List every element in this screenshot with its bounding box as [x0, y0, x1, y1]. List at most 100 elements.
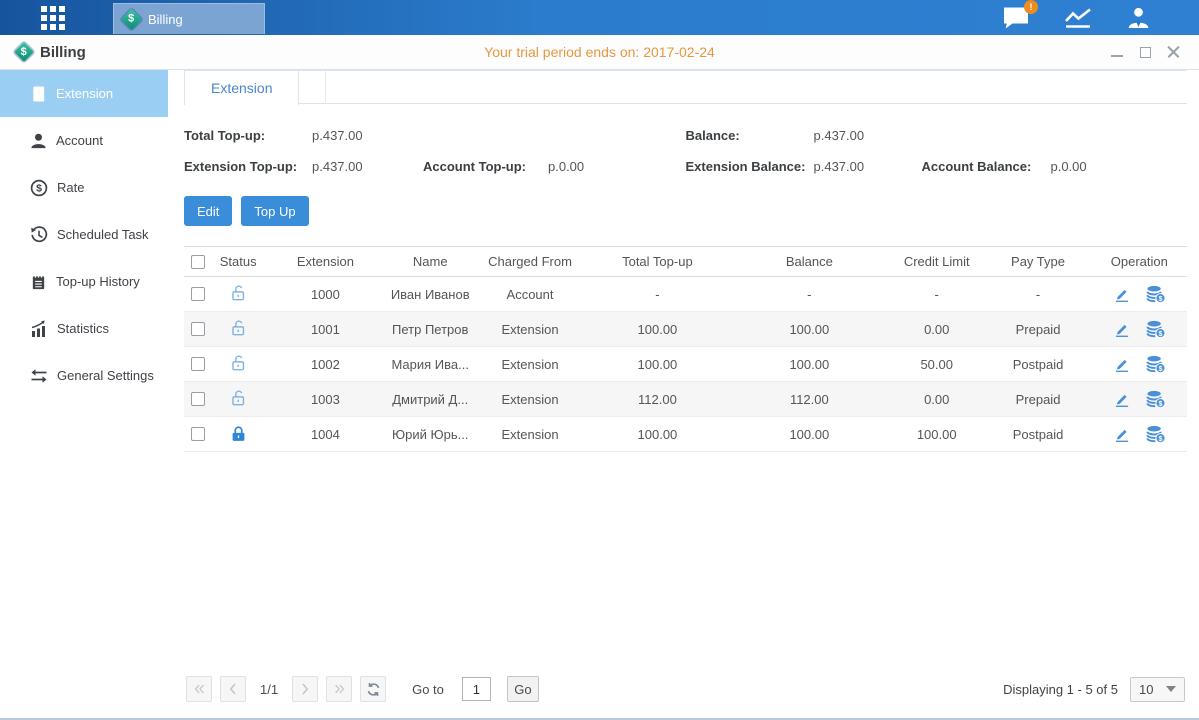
window-title: Billing [40, 44, 86, 61]
app-tab-billing[interactable]: $ Billing [113, 3, 265, 34]
edit-row-icon[interactable] [1113, 355, 1131, 374]
sidebar-item-label: Extension [56, 86, 113, 101]
app-launcher-grid-icon[interactable] [33, 0, 73, 35]
goto-page-input[interactable] [462, 677, 491, 701]
top-up-row-icon[interactable]: $ [1146, 355, 1166, 374]
sidebar-item-scheduled-task[interactable]: Scheduled Task [0, 211, 168, 258]
top-up-row-icon[interactable]: $ [1146, 320, 1166, 339]
displaying-count: Displaying 1 - 5 of 5 [1003, 682, 1118, 697]
sidebar-item-label: Statistics [57, 321, 109, 336]
sidebar-item-topup-history[interactable]: Top-up History [0, 258, 168, 305]
extension-topup-label: Extension Top-up: [184, 151, 312, 182]
cell-balance: 100.00 [730, 322, 889, 337]
rate-icon: $ [30, 179, 48, 197]
go-button[interactable]: Go [507, 676, 539, 702]
extension-topup-value: p.437.00 [312, 151, 423, 182]
sidebar-item-rate[interactable]: $ Rate [0, 164, 168, 211]
cell-name: Петр Петров [386, 322, 475, 337]
user-account-icon[interactable] [1126, 6, 1151, 30]
cell-charged-from: Extension [475, 357, 585, 372]
account-icon [30, 132, 47, 150]
scheduled-task-icon [30, 226, 48, 244]
cell-pay-type: Prepaid [984, 392, 1091, 407]
first-page-button[interactable] [186, 676, 212, 702]
top-up-row-icon[interactable]: $ [1146, 390, 1166, 409]
top-bar: $ Billing ! [0, 0, 1199, 35]
account-topup-label: Account Top-up: [423, 151, 548, 182]
sidebar-item-label: Scheduled Task [57, 227, 149, 242]
extension-balance-value: p.437.00 [814, 151, 922, 182]
cell-charged-from: Account [475, 287, 585, 302]
billing-dollar-icon: $ [121, 8, 142, 29]
total-topup-value: p.437.00 [312, 120, 423, 151]
sidebar-item-statistics[interactable]: Statistics [0, 305, 168, 352]
last-page-button[interactable] [326, 676, 352, 702]
sidebar-item-label: Rate [57, 180, 84, 195]
sidebar-item-general-settings[interactable]: General Settings [0, 352, 168, 399]
table-row: 1003 Дмитрий Д... Extension 112.00 112.0… [184, 382, 1187, 417]
header-total-topup: Total Top-up [585, 254, 729, 269]
main-content: Extension Total Top-up: p.437.00 Extensi… [168, 70, 1199, 718]
header-operation: Operation [1092, 254, 1187, 269]
svg-text:$: $ [1158, 329, 1162, 337]
account-topup-value: p.0.00 [548, 151, 686, 182]
billing-window-icon: $ [14, 42, 34, 62]
svg-text:$: $ [1158, 399, 1162, 407]
tab-strip-spacer [299, 71, 326, 104]
cell-total-topup: - [585, 287, 729, 302]
cell-total-topup: 100.00 [585, 357, 729, 372]
header-credit-limit: Credit Limit [889, 254, 984, 269]
table-row: 1004 Юрий Юрь... Extension 100.00 100.00… [184, 417, 1187, 452]
row-checkbox[interactable] [191, 287, 205, 301]
edit-button[interactable]: Edit [184, 196, 232, 226]
status-unlocked-icon [229, 388, 248, 411]
cell-credit-limit: 100.00 [889, 427, 984, 442]
status-unlocked-icon [229, 318, 248, 341]
sidebar-item-extension[interactable]: Extension [0, 70, 168, 117]
select-all-checkbox[interactable] [191, 255, 205, 269]
refresh-button[interactable] [360, 676, 386, 702]
extension-icon [30, 85, 47, 103]
top-up-row-icon[interactable]: $ [1146, 285, 1166, 304]
minimize-button[interactable] [1109, 44, 1125, 60]
status-unlocked-icon [229, 283, 248, 306]
window-title-bar: $ Billing Your trial period ends on: 201… [0, 35, 1199, 70]
account-balance-label: Account Balance: [922, 151, 1051, 182]
messages-icon[interactable]: ! [1003, 6, 1030, 30]
sidebar: Extension Account $ Rate [0, 70, 168, 718]
summary-panel: Total Top-up: p.437.00 Extension Top-up:… [184, 120, 1187, 182]
pagination-bar: 1/1 Go to [184, 668, 1187, 712]
edit-row-icon[interactable] [1113, 425, 1131, 444]
row-checkbox[interactable] [191, 322, 205, 336]
top-up-row-icon[interactable]: $ [1146, 425, 1166, 444]
account-balance-value: p.0.00 [1051, 151, 1188, 182]
edit-row-icon[interactable] [1113, 390, 1131, 409]
prev-page-button[interactable] [220, 676, 246, 702]
header-pay-type: Pay Type [984, 254, 1091, 269]
cell-name: Мария Ива... [386, 357, 475, 372]
resource-monitor-icon[interactable] [1064, 6, 1092, 29]
top-up-button[interactable]: Top Up [241, 196, 308, 226]
table-row: 1001 Петр Петров Extension 100.00 100.00… [184, 312, 1187, 347]
general-settings-icon [30, 367, 48, 385]
row-checkbox[interactable] [191, 392, 205, 406]
edit-row-icon[interactable] [1113, 285, 1131, 304]
row-checkbox[interactable] [191, 427, 205, 441]
row-checkbox[interactable] [191, 357, 205, 371]
tab-extension[interactable]: Extension [184, 71, 299, 105]
close-button[interactable] [1165, 44, 1181, 60]
total-topup-label: Total Top-up: [184, 120, 312, 151]
sidebar-item-label: Top-up History [56, 274, 140, 289]
page-size-dropdown[interactable]: 10 [1130, 677, 1185, 702]
next-page-button[interactable] [292, 676, 318, 702]
cell-balance: 112.00 [730, 392, 889, 407]
cell-credit-limit: 0.00 [889, 392, 984, 407]
extension-balance-label: Extension Balance: [686, 151, 814, 182]
cell-total-topup: 112.00 [585, 392, 729, 407]
maximize-button[interactable] [1137, 44, 1153, 60]
status-locked-icon [229, 424, 248, 444]
sidebar-item-account[interactable]: Account [0, 117, 168, 164]
app-tab-label: Billing [148, 12, 183, 27]
edit-row-icon[interactable] [1113, 320, 1131, 339]
cell-extension: 1004 [265, 427, 385, 442]
